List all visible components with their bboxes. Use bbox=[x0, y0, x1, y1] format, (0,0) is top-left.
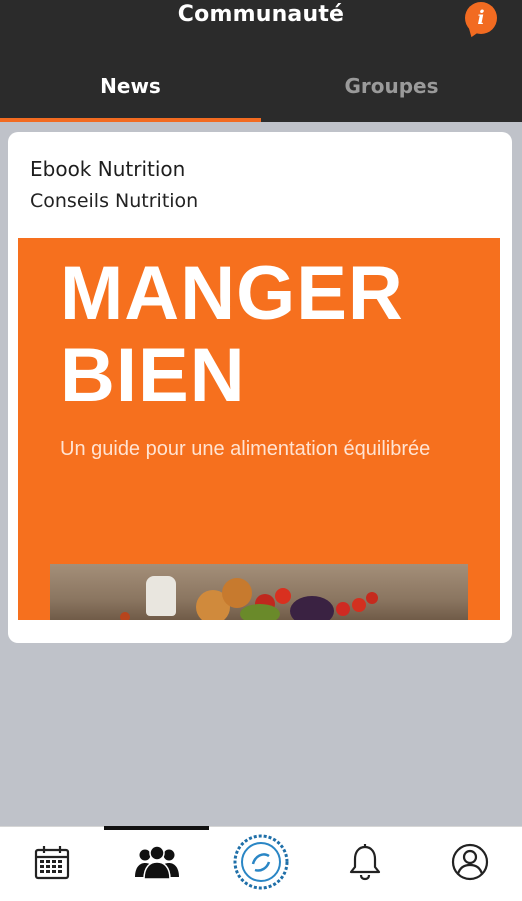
tab-news[interactable]: News bbox=[0, 58, 261, 122]
nav-calendar[interactable] bbox=[0, 827, 104, 901]
tab-bar: News Groupes bbox=[0, 58, 522, 122]
vegetables-photo bbox=[50, 564, 468, 620]
calendar-icon bbox=[33, 843, 71, 885]
news-card[interactable]: Ebook Nutrition Conseils Nutrition MANGE… bbox=[8, 132, 512, 643]
cover-heading-line1: MANGER bbox=[60, 251, 404, 336]
center-logo-icon bbox=[233, 834, 289, 894]
nav-home-logo[interactable] bbox=[209, 827, 313, 901]
nav-notifications[interactable] bbox=[313, 827, 417, 901]
cover-tagline: Un guide pour une alimentation équilibré… bbox=[60, 438, 431, 460]
ebook-cover-image[interactable]: MANGER BIEN Un guide pour une alimentati… bbox=[18, 238, 500, 620]
bottom-navigation bbox=[0, 826, 522, 901]
nav-profile[interactable] bbox=[418, 827, 522, 901]
bell-icon bbox=[348, 843, 382, 885]
page-title: Communauté bbox=[177, 2, 345, 27]
tab-groupes[interactable]: Groupes bbox=[261, 58, 522, 122]
community-icon bbox=[134, 843, 180, 885]
post-title: Ebook Nutrition bbox=[30, 157, 186, 181]
top-bar: Communauté i News Groupes bbox=[0, 0, 522, 122]
nav-community[interactable] bbox=[104, 826, 210, 901]
cover-heading-line2: BIEN bbox=[60, 333, 246, 418]
post-subtitle: Conseils Nutrition bbox=[30, 190, 199, 212]
info-icon[interactable]: i bbox=[465, 2, 497, 34]
profile-icon bbox=[450, 842, 490, 886]
